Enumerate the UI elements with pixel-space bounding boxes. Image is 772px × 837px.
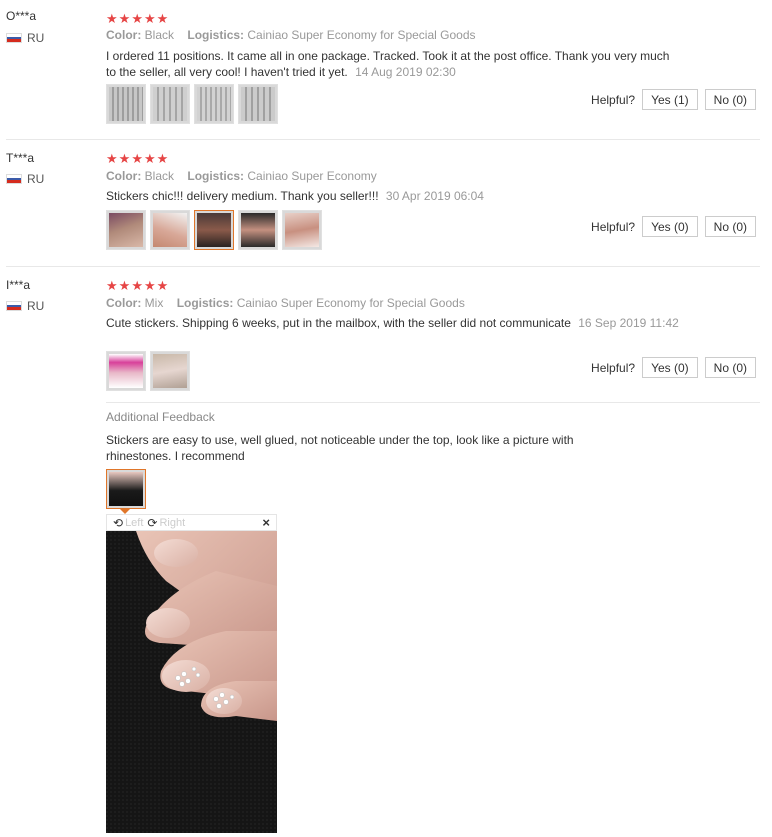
- logistics-value: Cainiao Super Economy for Special Goods: [236, 296, 465, 310]
- helpful-vote: Helpful? Yes (0) No (0): [591, 216, 756, 237]
- photo-thumbnail[interactable]: [150, 84, 190, 124]
- star-icon: ★: [156, 278, 169, 293]
- russia-flag-icon: [6, 174, 22, 184]
- logistics-label: Logistics:: [176, 296, 234, 310]
- helpful-vote: Helpful? Yes (1) No (0): [591, 89, 756, 110]
- photo-thumbnail[interactable]: [282, 210, 322, 250]
- color-label: Color:: [106, 169, 142, 183]
- review-text: Stickers chic!!! delivery medium. Thank …: [106, 188, 676, 204]
- helpful-label: Helpful?: [591, 92, 636, 107]
- star-rating: ★ ★ ★ ★ ★: [106, 12, 168, 25]
- review-date: 16 Sep 2019 11:42: [578, 316, 679, 330]
- helpful-no-button[interactable]: No (0): [704, 216, 756, 237]
- review-date: 14 Aug 2019 02:30: [355, 65, 456, 79]
- star-icon: ★: [118, 11, 131, 26]
- logistics-label: Logistics:: [187, 28, 245, 42]
- image-viewer-toolbar: ⟲ Left ⟳ Right ×: [106, 514, 277, 531]
- color-value: Mix: [144, 296, 164, 310]
- review-divider: [6, 139, 760, 140]
- logistics-value: Cainiao Super Economy for Special Goods: [247, 28, 476, 42]
- order-meta: Color: Black Logistics: Cainiao Super Ec…: [106, 169, 377, 183]
- star-icon: ★: [106, 11, 118, 26]
- review-text: Cute stickers. Shipping 6 weeks, put in …: [106, 315, 681, 331]
- reviewer-country: RU: [6, 172, 44, 186]
- photo-thumbnail[interactable]: [106, 84, 146, 124]
- photo-thumbnails: [106, 351, 190, 391]
- rotate-left-button[interactable]: ⟲ Left: [113, 516, 143, 530]
- star-rating: ★ ★ ★ ★ ★: [106, 279, 168, 292]
- star-icon: ★: [156, 151, 169, 166]
- star-icon: ★: [131, 278, 143, 293]
- logistics-value: Cainiao Super Economy: [247, 169, 377, 183]
- star-icon: ★: [131, 151, 143, 166]
- review-body: Stickers chic!!! delivery medium. Thank …: [106, 189, 379, 203]
- helpful-yes-button[interactable]: Yes (1): [642, 89, 698, 110]
- photo-thumbnail[interactable]: [238, 84, 278, 124]
- country-code: RU: [27, 299, 45, 313]
- star-icon: ★: [131, 11, 143, 26]
- country-code: RU: [27, 172, 45, 186]
- helpful-yes-button[interactable]: Yes (0): [642, 216, 698, 237]
- review-text: I ordered 11 positions. It came all in o…: [106, 48, 676, 80]
- helpful-no-button[interactable]: No (0): [704, 89, 756, 110]
- rotate-right-button[interactable]: ⟳ Right: [147, 516, 185, 530]
- star-icon: ★: [143, 278, 156, 293]
- reviewer-name: T***a: [6, 151, 35, 165]
- photo-thumbnail[interactable]: [106, 351, 146, 391]
- photo-thumbnail[interactable]: [150, 210, 190, 250]
- reviewer-country: RU: [6, 31, 44, 45]
- rotate-right-label: Right: [159, 516, 186, 529]
- order-meta: Color: Black Logistics: Cainiao Super Ec…: [106, 28, 476, 42]
- photo-thumbnail[interactable]: [238, 210, 278, 250]
- photo-thumbnail-selected[interactable]: [106, 469, 146, 509]
- close-icon[interactable]: ×: [262, 515, 270, 530]
- rotate-left-label: Left: [125, 516, 144, 529]
- rotate-left-icon: ⟲: [113, 515, 124, 530]
- photo-thumbnail[interactable]: [194, 84, 234, 124]
- photo-thumbnail[interactable]: [106, 210, 146, 250]
- color-value: Black: [144, 169, 175, 183]
- nail-photo: [106, 531, 277, 833]
- order-meta: Color: Mix Logistics: Cainiao Super Econ…: [106, 296, 465, 310]
- review-photo-enlarged: [106, 531, 277, 833]
- color-value: Black: [144, 28, 175, 42]
- russia-flag-icon: [6, 33, 22, 43]
- star-icon: ★: [106, 151, 118, 166]
- review-date: 30 Apr 2019 06:04: [385, 189, 484, 203]
- star-icon: ★: [156, 11, 169, 26]
- star-rating: ★ ★ ★ ★ ★: [106, 152, 168, 165]
- reviewer-name: I***a: [6, 278, 31, 292]
- star-icon: ★: [143, 11, 156, 26]
- photo-thumbnail-selected[interactable]: [194, 210, 234, 250]
- photo-thumbnails: [106, 210, 322, 250]
- russia-flag-icon: [6, 301, 22, 311]
- helpful-vote: Helpful? Yes (0) No (0): [591, 357, 756, 378]
- additional-photo-thumbnails: [106, 469, 146, 509]
- photo-thumbnails: [106, 84, 278, 124]
- star-icon: ★: [106, 278, 118, 293]
- reviewer-country: RU: [6, 299, 44, 313]
- helpful-label: Helpful?: [591, 219, 636, 234]
- helpful-label: Helpful?: [591, 360, 636, 375]
- helpful-no-button[interactable]: No (0): [704, 357, 756, 378]
- logistics-label: Logistics:: [187, 169, 245, 183]
- additional-divider: [106, 402, 760, 403]
- review-body: Cute stickers. Shipping 6 weeks, put in …: [106, 316, 571, 330]
- color-label: Color:: [106, 296, 142, 310]
- country-code: RU: [27, 31, 45, 45]
- rotate-right-icon: ⟳: [147, 515, 158, 530]
- helpful-yes-button[interactable]: Yes (0): [642, 357, 698, 378]
- additional-feedback-title: Additional Feedback: [106, 410, 215, 424]
- color-label: Color:: [106, 28, 142, 42]
- additional-feedback-text: Stickers are easy to use, well glued, no…: [106, 433, 574, 463]
- star-icon: ★: [143, 151, 156, 166]
- star-icon: ★: [118, 151, 131, 166]
- photo-thumbnail[interactable]: [150, 351, 190, 391]
- review-divider: [6, 266, 760, 267]
- star-icon: ★: [118, 278, 131, 293]
- reviewer-name: O***a: [6, 9, 37, 23]
